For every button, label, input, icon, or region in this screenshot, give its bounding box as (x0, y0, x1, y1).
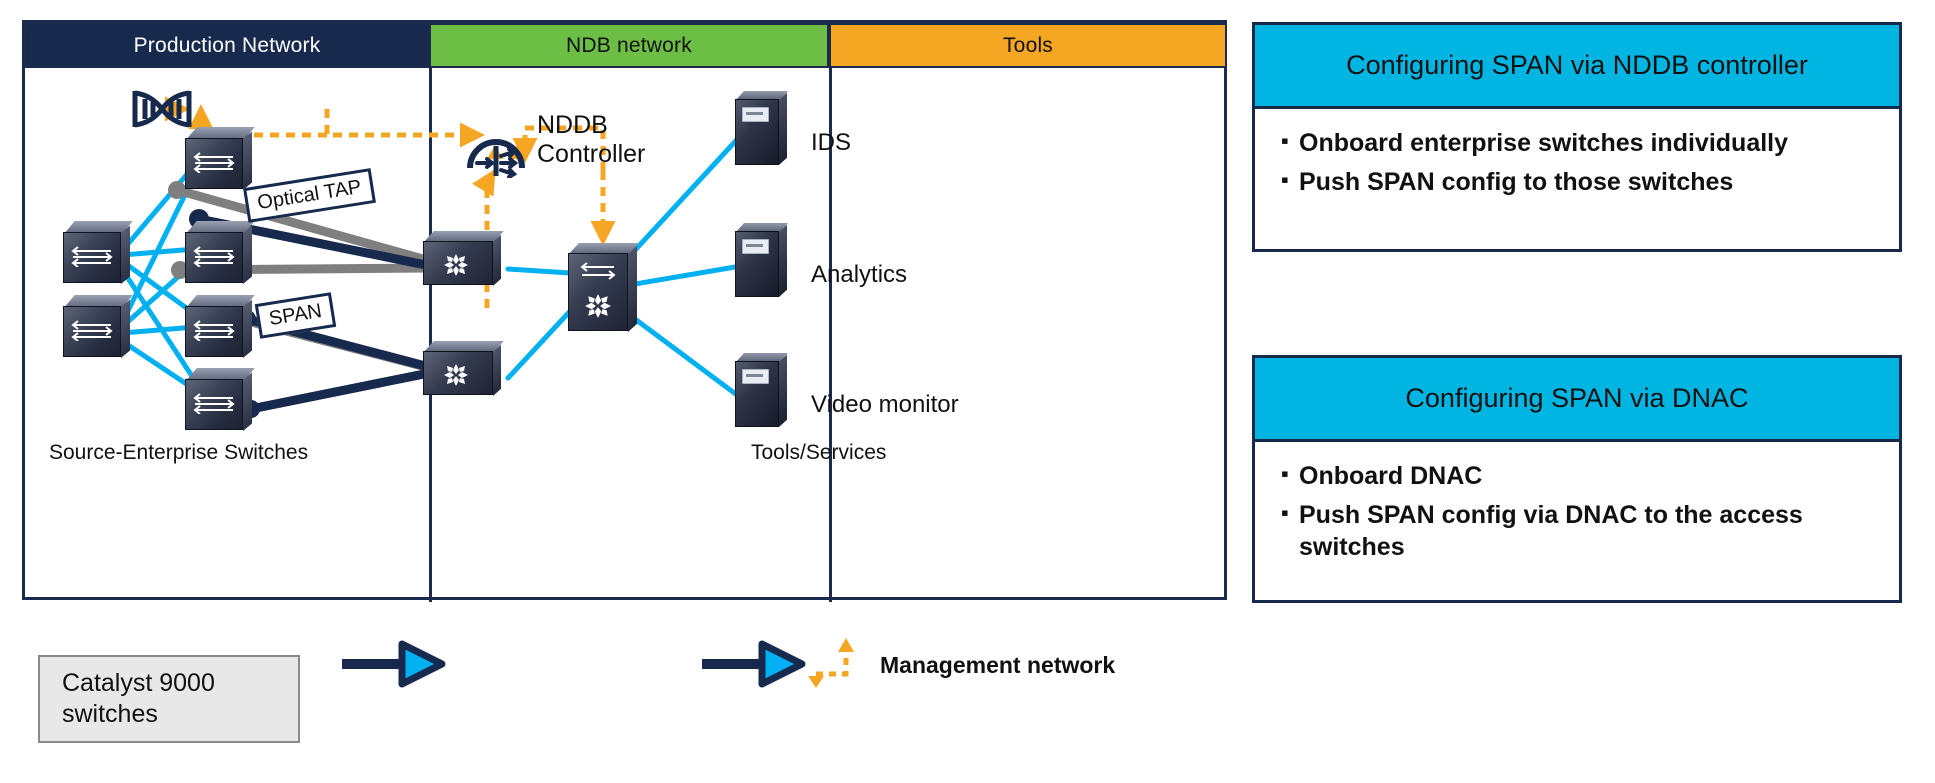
panel-bullet: ▪ Push SPAN config via DNAC to the acces… (1281, 499, 1873, 564)
ndb-controller-icon (465, 118, 527, 179)
tool-label-video-monitor: Video monitor (811, 391, 959, 418)
panel-span-via-dnac: Configuring SPAN via DNAC ▪ Onboard DNAC… (1252, 355, 1902, 603)
ndb-switch-icon-1 (423, 231, 504, 289)
network-diagram: Production Network NDB network Tools Opt… (22, 20, 1227, 602)
panel-span-via-nddb: Configuring SPAN via NDDB controller ▪ O… (1252, 22, 1902, 252)
column-header-ndb: NDB network (429, 23, 829, 68)
aggregation-switch-icon (568, 243, 639, 333)
dna-helix-icon (131, 89, 193, 129)
legend-catalyst-text: Catalyst 9000 switches (62, 668, 215, 731)
tag-span: SPAN (254, 292, 337, 339)
bullet-marker-icon: ▪ (1281, 461, 1289, 486)
bullet-text: Push SPAN config via DNAC to the access … (1299, 500, 1803, 562)
bullet-marker-icon: ▪ (1281, 166, 1289, 192)
panel-body-span-via-nddb: ▪ Onboard enterprise switches individual… (1255, 109, 1899, 214)
panel-bullet: ▪ Push SPAN config to those switches (1281, 166, 1873, 199)
panel-body-span-via-dnac: ▪ Onboard DNAC ▪ Push SPAN config via DN… (1255, 442, 1899, 580)
switch-icon-access-4 (185, 368, 255, 431)
ndb-controller-label: NDDB Controller (537, 111, 645, 169)
zone-label-source-switches: Source-Enterprise Switches (49, 441, 309, 464)
ndb-controller-label-line2: Controller (537, 139, 646, 168)
switch-icon-access-3 (185, 295, 255, 358)
switch-icon-spine-2 (63, 295, 133, 358)
bullet-marker-icon: ▪ (1281, 499, 1289, 525)
column-divider-1 (429, 68, 432, 602)
ndb-controller-label-line1: NDDB (537, 111, 608, 139)
screenshot-root: Production Network NDB network Tools Opt… (0, 0, 1935, 783)
legend-catalyst-box: Catalyst 9000 switches (38, 655, 300, 743)
tool-icon-analytics (735, 223, 789, 297)
zone-label-tools-services: Tools/Services (751, 441, 887, 464)
tag-optical-tap: Optical TAP (243, 168, 376, 223)
switch-icon-access-2 (185, 221, 255, 284)
legend-management-network-label: Management network (880, 652, 1116, 678)
tool-icon-ids (735, 91, 789, 165)
ndb-switch-icon-2 (423, 341, 504, 399)
legend-catalyst-line2: switches (62, 700, 158, 728)
bullet-text: Onboard DNAC (1299, 462, 1483, 490)
legend-catalyst-line1: Catalyst 9000 (62, 668, 215, 697)
bullet-text: Push SPAN config to those switches (1299, 167, 1734, 196)
tool-label-ids: IDS (811, 129, 852, 156)
panel-title-span-via-nddb: Configuring SPAN via NDDB controller (1255, 25, 1899, 109)
switch-icon-spine-1 (63, 221, 133, 284)
column-header-tools: Tools (829, 23, 1227, 68)
panel-bullet: ▪ Onboard DNAC (1281, 460, 1873, 493)
bullet-text: Onboard enterprise switches individually (1299, 129, 1789, 157)
bullet-marker-icon: ▪ (1281, 128, 1289, 153)
tool-label-analytics: Analytics (811, 261, 908, 288)
legend-arrows (342, 638, 854, 688)
switch-icon-access-1 (185, 127, 255, 190)
column-header-production: Production Network (25, 23, 429, 68)
tool-icon-video-monitor (735, 353, 789, 427)
panel-title-span-via-dnac: Configuring SPAN via DNAC (1255, 358, 1899, 442)
panel-bullet: ▪ Onboard enterprise switches individual… (1281, 127, 1873, 160)
